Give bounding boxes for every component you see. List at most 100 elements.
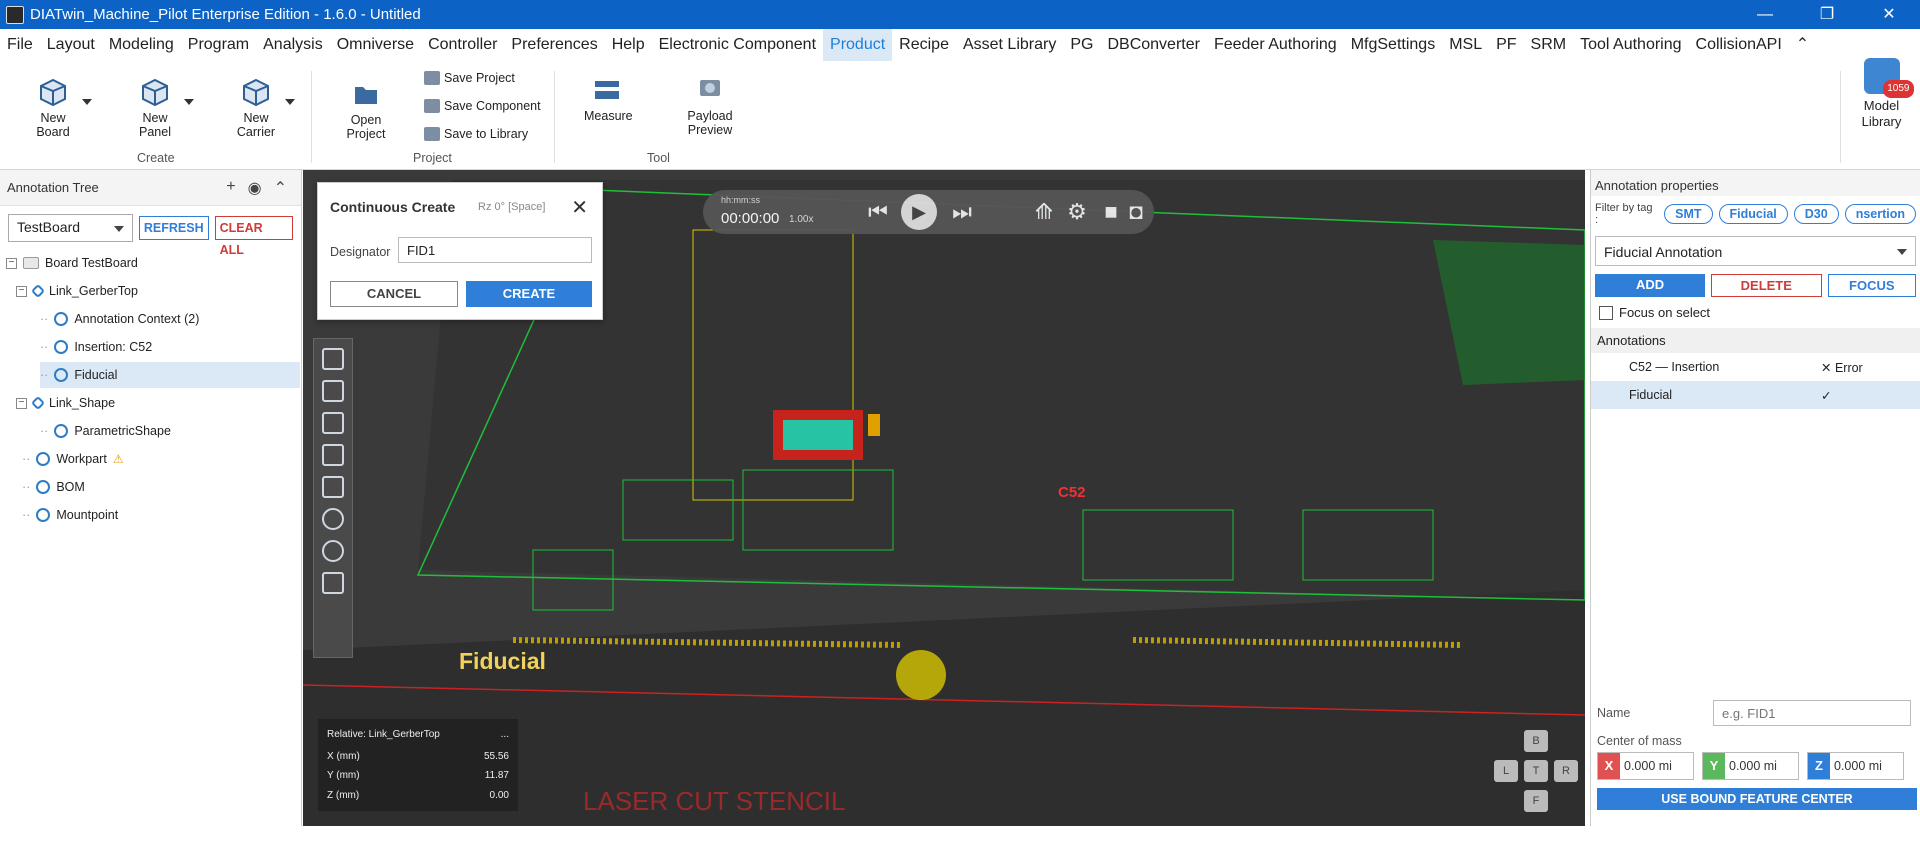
skip-back-icon[interactable]: ⏮	[865, 199, 891, 225]
more-icon[interactable]: ...	[501, 729, 509, 740]
add-icon[interactable]: +	[226, 178, 235, 198]
new-carrier-button[interactable]: New Carrier	[231, 77, 281, 139]
cancel-button[interactable]: CANCEL	[330, 281, 458, 307]
z-coord-field[interactable]: Z 0.000 mi	[1807, 752, 1904, 780]
menu-item-collisionapi[interactable]: CollisionAPI	[1689, 29, 1789, 61]
menu-item-mfgsettings[interactable]: MfgSettings	[1344, 29, 1442, 61]
delete-button[interactable]: DELETE	[1711, 274, 1822, 297]
annotation-row-fiducial[interactable]: Fiducial ✓	[1591, 381, 1920, 409]
menu-item-pf[interactable]: PF	[1489, 29, 1523, 61]
save-project-button[interactable]: Save Project	[424, 71, 515, 85]
tree-node-board[interactable]: − Board TestBoard	[6, 250, 138, 276]
menu-item-product[interactable]: Product	[823, 29, 893, 61]
tree-node-fiducial[interactable]: ·· Fiducial	[40, 362, 300, 388]
payload-preview-button[interactable]: Payload Preview	[680, 75, 740, 137]
minimize-button[interactable]: —	[1734, 0, 1796, 29]
focus-target-icon[interactable]	[322, 572, 344, 594]
tree-node-insertion[interactable]: ·· Insertion: C52	[40, 334, 152, 360]
menu-item-program[interactable]: Program	[181, 29, 256, 61]
measure-button[interactable]: Measure	[584, 75, 633, 123]
new-panel-dropdown-icon[interactable]	[184, 99, 194, 105]
view-back-button[interactable]: B	[1524, 730, 1548, 752]
robot-arm-icon[interactable]: ⟰	[1031, 199, 1057, 225]
y-coord-value[interactable]: 0.000 mi	[1725, 753, 1798, 779]
screenshot-camera-icon[interactable]: ◘	[1123, 199, 1149, 225]
play-icon[interactable]: ▶	[901, 194, 937, 230]
focus-button[interactable]: FOCUS	[1827, 274, 1916, 297]
collapse-ribbon-icon[interactable]: ⌃	[1789, 29, 1816, 61]
close-window-button[interactable]: ✕	[1858, 0, 1920, 29]
menu-item-asset-library[interactable]: Asset Library	[956, 29, 1063, 61]
playback-speed[interactable]: 1.00x	[789, 214, 813, 225]
tag-d30[interactable]: D30	[1793, 204, 1839, 224]
orbit-icon[interactable]	[322, 540, 344, 562]
dialog-close-icon[interactable]: ✕	[571, 195, 588, 220]
new-panel-button[interactable]: New Panel	[130, 77, 180, 139]
view-right-button[interactable]: R	[1554, 760, 1578, 782]
fit-view-icon[interactable]	[322, 348, 344, 370]
new-board-button[interactable]: New Board	[28, 77, 78, 139]
save-component-button[interactable]: Save Component	[424, 99, 541, 113]
annotation-row-c52[interactable]: C52 — Insertion ✕ Error	[1591, 353, 1920, 381]
sphere-icon[interactable]	[322, 508, 344, 530]
z-coord-value[interactable]: 0.000 mi	[1830, 753, 1903, 779]
menu-item-tool-authoring[interactable]: Tool Authoring	[1573, 29, 1688, 61]
tag-smt[interactable]: SMT	[1664, 204, 1713, 224]
menu-item-recipe[interactable]: Recipe	[892, 29, 956, 61]
step-forward-icon[interactable]: ⏭	[949, 199, 975, 225]
create-button[interactable]: CREATE	[466, 281, 592, 307]
menu-item-electronic-component[interactable]: Electronic Component	[652, 29, 823, 61]
video-camera-icon[interactable]: ■	[1098, 199, 1124, 225]
menu-item-controller[interactable]: Controller	[421, 29, 504, 61]
tag-insertion[interactable]: nsertion	[1844, 204, 1916, 224]
menu-item-srm[interactable]: SRM	[1524, 29, 1574, 61]
x-coord-value[interactable]: 0.000 mi	[1620, 753, 1693, 779]
collapse-up-icon[interactable]: ⌃	[274, 178, 287, 198]
save-to-library-button[interactable]: Save to Library	[424, 127, 528, 141]
refresh-button[interactable]: REFRESH	[138, 216, 209, 240]
menu-item-layout[interactable]: Layout	[40, 29, 102, 61]
view-front-button[interactable]: F	[1524, 790, 1548, 812]
fit-selection-icon[interactable]	[322, 380, 344, 402]
tree-node-link-shape[interactable]: − Link_Shape	[16, 390, 115, 416]
add-button[interactable]: ADD	[1595, 274, 1706, 297]
tree-node-annotation-context[interactable]: ·· Annotation Context (2)	[40, 306, 199, 332]
open-project-button[interactable]: Open Project	[339, 79, 393, 141]
checkbox-box[interactable]	[1599, 305, 1613, 320]
view-top-button[interactable]: T	[1524, 760, 1548, 782]
collapse-icon[interactable]: −	[6, 257, 17, 269]
menu-item-feeder-authoring[interactable]: Feeder Authoring	[1207, 29, 1344, 61]
clear-all-button[interactable]: CLEAR ALL	[214, 216, 293, 257]
annotation-type-select[interactable]: Fiducial Annotation	[1595, 236, 1916, 266]
use-bound-feature-center-button[interactable]: USE BOUND FEATURE CENTER	[1597, 788, 1917, 810]
grid-icon[interactable]	[322, 444, 344, 466]
zoom-box-icon[interactable]	[322, 412, 344, 434]
menu-item-analysis[interactable]: Analysis	[256, 29, 330, 61]
menu-item-file[interactable]: File	[0, 29, 40, 61]
tree-node-bom[interactable]: ·· BOM	[22, 474, 85, 500]
y-coord-field[interactable]: Y 0.000 mi	[1702, 752, 1799, 780]
tree-node-mountpoint[interactable]: ·· Mountpoint	[22, 502, 118, 528]
collapse-icon[interactable]: −	[16, 285, 27, 297]
designator-input[interactable]: FID1	[398, 237, 592, 263]
tree-node-parametric-shape[interactable]: ·· ParametricShape	[40, 418, 171, 444]
menu-item-omniverse[interactable]: Omniverse	[330, 29, 421, 61]
x-coord-field[interactable]: X 0.000 mi	[1597, 752, 1694, 780]
eye-icon[interactable]: ◉	[248, 178, 262, 198]
menu-item-dbconverter[interactable]: DBConverter	[1100, 29, 1206, 61]
new-board-dropdown-icon[interactable]	[82, 99, 92, 105]
new-carrier-dropdown-icon[interactable]	[285, 99, 295, 105]
tree-node-workpart[interactable]: ·· Workpart ⚠	[22, 446, 124, 472]
menu-item-pg[interactable]: PG	[1063, 29, 1100, 61]
collapse-icon[interactable]: −	[16, 397, 27, 409]
focus-on-select-checkbox[interactable]: Focus on select	[1591, 301, 1920, 324]
name-input[interactable]	[1713, 700, 1911, 726]
menu-item-msl[interactable]: MSL	[1442, 29, 1489, 61]
tree-node-link-gerber[interactable]: − Link_GerberTop	[16, 278, 138, 304]
settings-gear-icon[interactable]: ⚙	[1064, 199, 1090, 225]
menu-item-help[interactable]: Help	[605, 29, 652, 61]
axes-icon[interactable]	[322, 476, 344, 498]
model-library-button[interactable]: 1059 Model Library	[1843, 58, 1920, 130]
board-select[interactable]: TestBoard	[8, 214, 133, 242]
view-left-button[interactable]: L	[1494, 760, 1518, 782]
